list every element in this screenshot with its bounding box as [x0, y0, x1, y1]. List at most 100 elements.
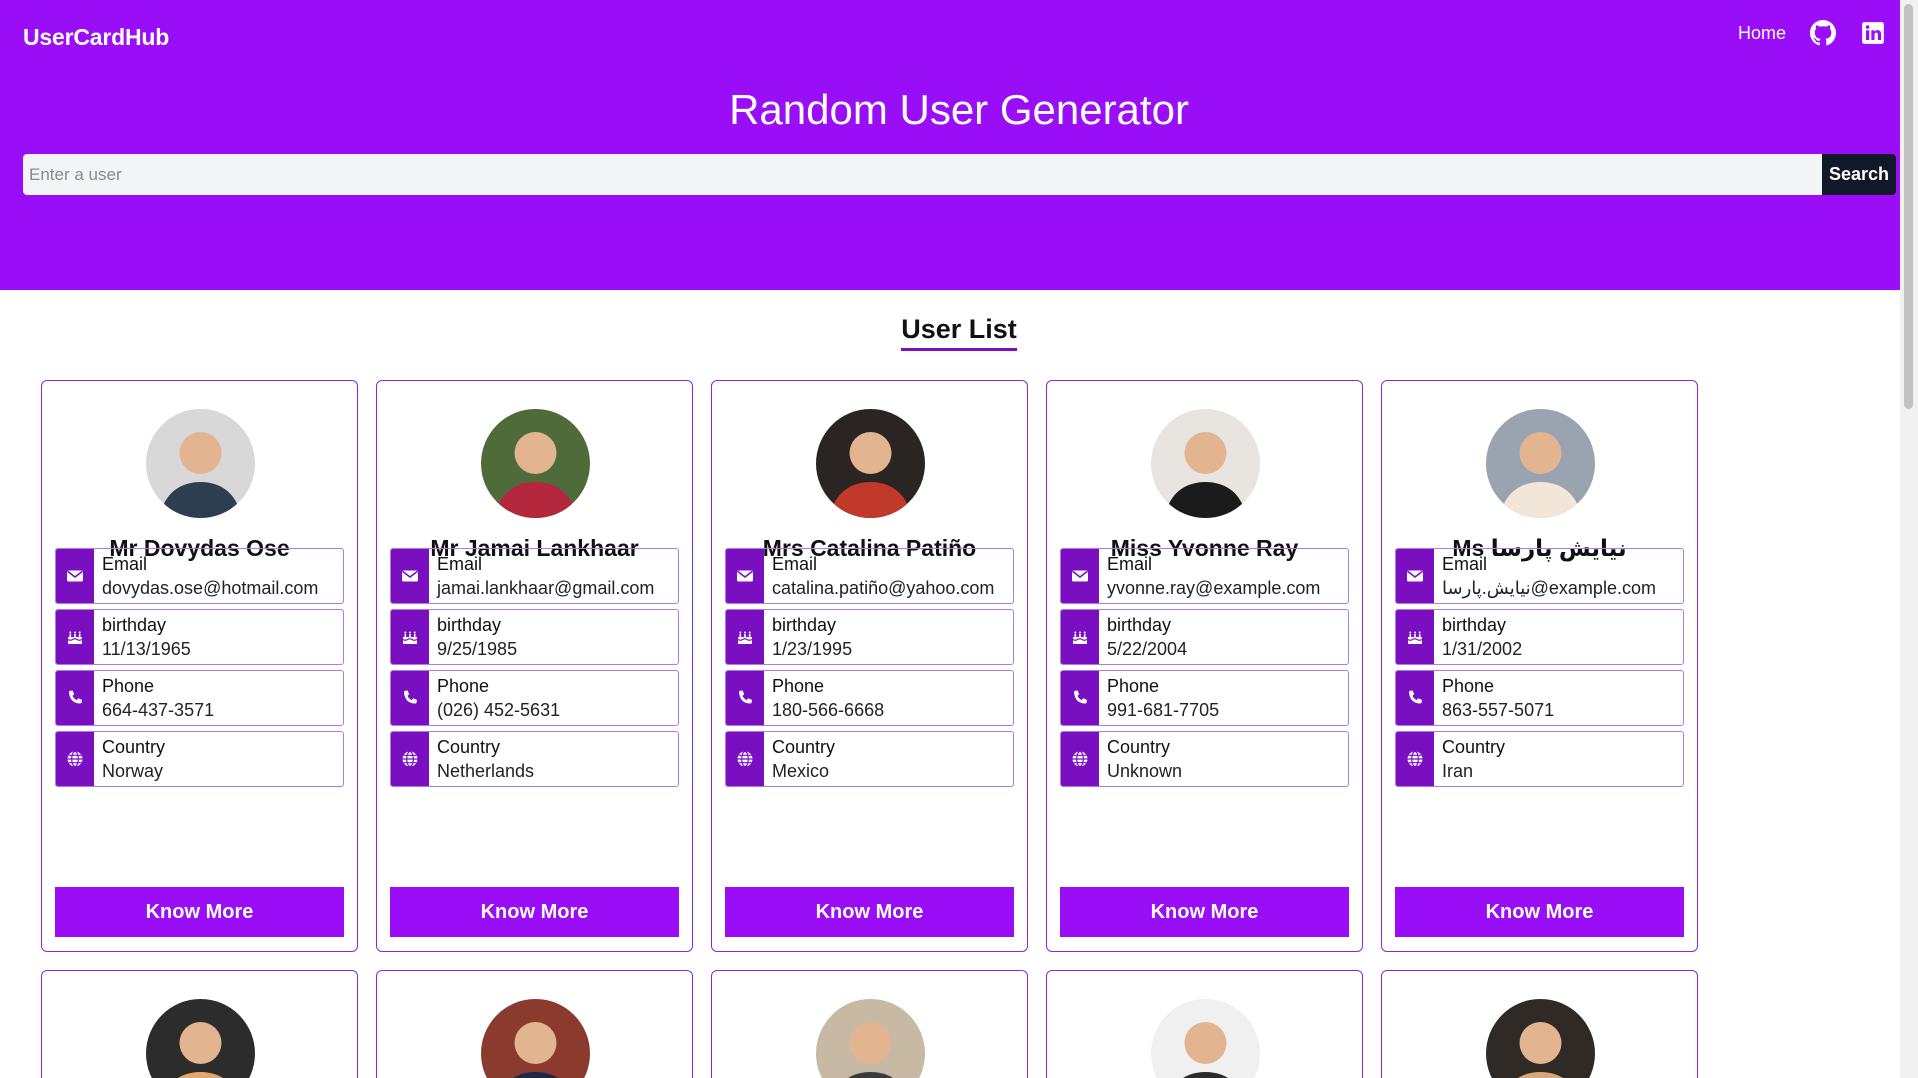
user-card: Ms نیایش پارسا Email نیایش.پارسا@example.c… — [1381, 380, 1698, 952]
avatar — [1151, 409, 1260, 518]
info-value-email: yvonne.ray@example.com — [1107, 578, 1321, 598]
avatar — [481, 409, 590, 518]
phone-icon — [391, 671, 429, 725]
user-card-grid: Mr Dovydas Ose Email dovydas.ose@hotmail.c… — [41, 380, 1698, 1078]
info-value-email: catalina.patiño@yahoo.com — [772, 578, 995, 598]
user-card — [376, 970, 693, 1078]
page-title: Random User Generator — [729, 86, 1189, 133]
info-row-email: Email yvonne.ray@example.com — [1060, 548, 1349, 604]
info-label: Phone — [102, 676, 155, 696]
info-label: Email — [1442, 554, 1488, 574]
know-more-button[interactable]: Know More — [390, 887, 679, 937]
github-icon[interactable] — [1810, 20, 1836, 46]
info-label: birthday — [437, 615, 502, 635]
search-input[interactable] — [23, 154, 1822, 195]
user-list-title: User List — [901, 314, 1017, 351]
info-value-phone: 991-681-7705 — [1107, 700, 1220, 720]
info-value-country: Iran — [1442, 761, 1474, 781]
info-value-birthday: 1/31/2002 — [1442, 639, 1523, 659]
info-row-phone: Phone (026) 452-5631 — [390, 670, 679, 726]
info-row-birthday: birthday 11/13/1965 — [55, 609, 344, 665]
info-row-phone: Phone 991-681-7705 — [1060, 670, 1349, 726]
info-value-birthday: 5/22/2004 — [1107, 639, 1188, 659]
info-value-birthday: 1/23/1995 — [772, 639, 853, 659]
avatar — [1486, 999, 1595, 1078]
info-value-birthday: 9/25/1985 — [437, 639, 518, 659]
info-value-email: dovydas.ose@hotmail.com — [102, 578, 319, 598]
info-value-country: Mexico — [772, 761, 830, 781]
envelope-icon — [1061, 549, 1099, 603]
cake-icon — [391, 610, 429, 664]
info-label: birthday — [102, 615, 167, 635]
scrollbar-thumb[interactable] — [1904, 4, 1913, 409]
info-label: Phone — [772, 676, 825, 696]
info-row-email: Email نیایش.پارسا@example.com — [1395, 548, 1684, 604]
envelope-icon — [726, 549, 764, 603]
info-row-email: Email jamai.lankhaar@gmail.com — [390, 548, 679, 604]
info-row-birthday: birthday 9/25/1985 — [390, 609, 679, 665]
user-card: Mr Dovydas Ose Email dovydas.ose@hotmail.c… — [41, 380, 358, 952]
info-label: birthday — [1442, 615, 1507, 635]
info-label: birthday — [772, 615, 837, 635]
know-more-button[interactable]: Know More — [1395, 887, 1684, 937]
cake-icon — [1396, 610, 1434, 664]
avatar — [816, 409, 925, 518]
info-label: Email — [102, 554, 148, 574]
info-row-email: Email dovydas.ose@hotmail.com — [55, 548, 344, 604]
know-more-button[interactable]: Know More — [55, 887, 344, 937]
globe-icon — [726, 732, 764, 786]
info-row-birthday: birthday 1/31/2002 — [1395, 609, 1684, 665]
info-value-phone: 863-557-5071 — [1442, 700, 1555, 720]
info-label: Phone — [437, 676, 490, 696]
info-row-phone: Phone 863-557-5071 — [1395, 670, 1684, 726]
avatar — [146, 999, 255, 1078]
user-card: Miss Yvonne Ray Email yvonne.ray@example.c… — [1046, 380, 1363, 952]
phone-icon — [726, 671, 764, 725]
envelope-icon — [1396, 549, 1434, 603]
info-value-phone: (026) 452-5631 — [437, 700, 561, 720]
info-label: birthday — [1107, 615, 1172, 635]
globe-icon — [1061, 732, 1099, 786]
info-row-country: Country Netherlands — [390, 731, 679, 787]
know-more-button[interactable]: Know More — [1060, 887, 1349, 937]
info-row-country: Country Unknown — [1060, 731, 1349, 787]
know-more-button[interactable]: Know More — [725, 887, 1014, 937]
avatar — [816, 999, 925, 1078]
info-value-email: نیایش.پارسا@example.com — [1442, 578, 1656, 598]
globe-icon — [1396, 732, 1434, 786]
info-label: Country — [102, 737, 166, 757]
info-value-country: Unknown — [1107, 761, 1183, 781]
info-value-country: Netherlands — [437, 761, 535, 781]
user-card — [1046, 970, 1363, 1078]
avatar — [481, 999, 590, 1078]
info-label: Phone — [1442, 676, 1495, 696]
info-label: Email — [772, 554, 818, 574]
info-value-email: jamai.lankhaar@gmail.com — [437, 578, 655, 598]
phone-icon — [1396, 671, 1434, 725]
user-card: Mrs Catalina Patiño Email catalina.patiño@… — [711, 380, 1028, 952]
info-label: Country — [437, 737, 501, 757]
info-label: Country — [1107, 737, 1171, 757]
info-label: Country — [772, 737, 836, 757]
envelope-icon — [391, 549, 429, 603]
phone-icon — [1061, 671, 1099, 725]
info-row-phone: Phone 664-437-3571 — [55, 670, 344, 726]
user-card — [1381, 970, 1698, 1078]
linkedin-icon[interactable] — [1860, 20, 1886, 46]
page-scrollbar[interactable] — [1900, 0, 1918, 1078]
section-heading: User List — [0, 314, 1918, 351]
nav-home-link[interactable]: Home — [1738, 23, 1786, 44]
brand-logo[interactable]: UserCardHub — [23, 24, 169, 51]
info-row-country: Country Mexico — [725, 731, 1014, 787]
phone-icon — [56, 671, 94, 725]
search-button[interactable]: Search — [1822, 154, 1896, 195]
info-value-phone: 180-566-6668 — [772, 700, 885, 720]
info-row-country: Country Norway — [55, 731, 344, 787]
globe-icon — [391, 732, 429, 786]
info-row-phone: Phone 180-566-6668 — [725, 670, 1014, 726]
cake-icon — [56, 610, 94, 664]
info-row-email: Email catalina.patiño@yahoo.com — [725, 548, 1014, 604]
info-label: Email — [437, 554, 483, 574]
user-card: Mr Jamai Lankhaar Email jamai.lankhaar@gma… — [376, 380, 693, 952]
avatar — [1486, 409, 1595, 518]
